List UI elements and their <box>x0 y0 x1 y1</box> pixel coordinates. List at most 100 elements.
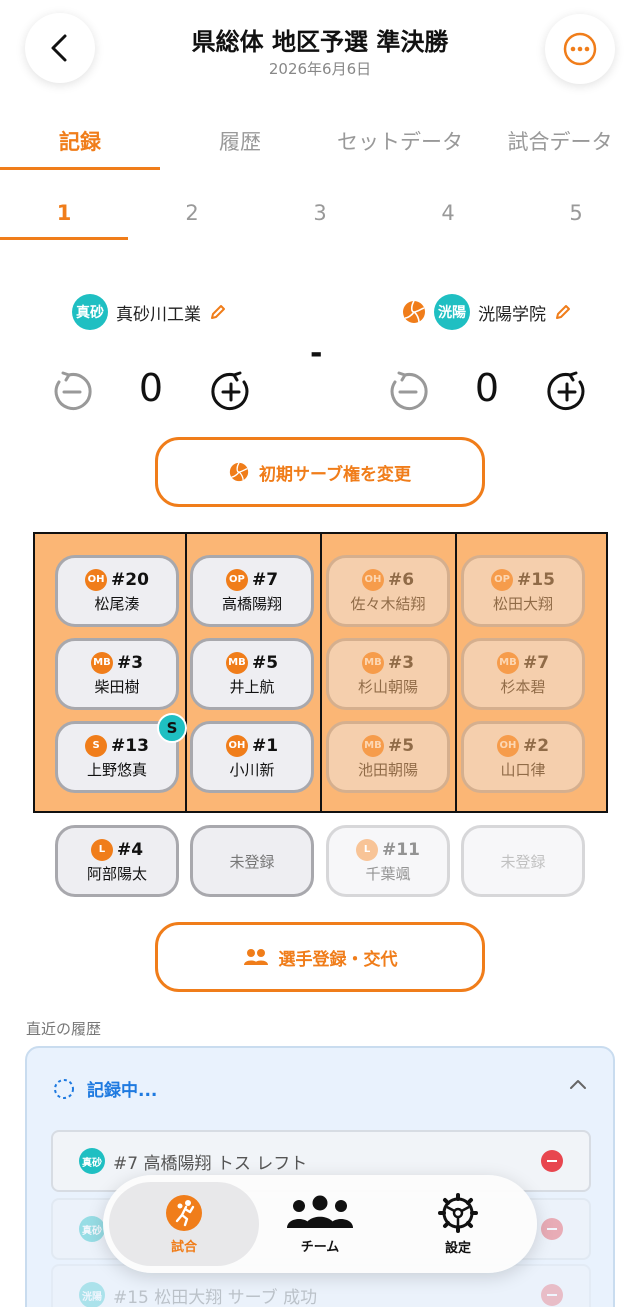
volleyball-icon <box>403 300 425 323</box>
home-team-badge: 真砂 <box>72 294 108 330</box>
libero-slot-empty[interactable]: 未登録 <box>461 825 585 897</box>
home-team: 真砂 真砂川工業 <box>72 294 227 330</box>
position-badge: S <box>85 734 108 757</box>
set-tab-5[interactable]: 5 <box>512 190 640 240</box>
court-net <box>320 534 322 811</box>
position-badge: L <box>90 838 113 861</box>
bottom-nav: 試合 チーム 設定 <box>103 1175 537 1273</box>
set-tab-2[interactable]: 2 <box>128 190 256 240</box>
match-date: 2026年6月6日 <box>268 60 372 78</box>
player-name: 千葉颯 <box>365 864 411 883</box>
player-card[interactable]: OP #7 高橋陽翔 <box>190 555 314 627</box>
home-team-name: 真砂川工業 <box>116 304 201 325</box>
player-number: #13 <box>111 735 149 756</box>
player-card[interactable]: MB #3 柴田樹 <box>55 638 179 710</box>
position-badge: OP <box>225 568 248 591</box>
libero-card[interactable]: L #11 千葉颯 <box>326 825 450 897</box>
player-number: #15 <box>517 569 555 590</box>
player-card[interactable]: OH #1 小川新 <box>190 721 314 793</box>
player-card[interactable]: MB #5 池田朝陽 <box>326 721 450 793</box>
player-card[interactable]: MB #3 杉山朝陽 <box>326 638 450 710</box>
position-badge: MB <box>90 651 113 674</box>
player-name: 小川新 <box>229 760 275 779</box>
player-number: #1 <box>251 735 279 756</box>
player-number: #3 <box>116 652 144 673</box>
history-section-label: 直近の履歴 <box>26 1020 102 1038</box>
home-score: 0 <box>138 366 164 410</box>
libero-card[interactable]: L #4 阿部陽太 <box>55 825 179 897</box>
gear-icon <box>438 1192 478 1233</box>
player-number: #11 <box>382 839 420 860</box>
player-card[interactable]: OH #2 山口律 <box>461 721 585 793</box>
away-team-badge: 洸陽 <box>434 294 470 330</box>
away-team-name: 洸陽学院 <box>478 304 546 325</box>
more-button[interactable] <box>545 14 615 84</box>
away-team: 洸陽 洸陽学院 <box>402 294 572 330</box>
position-badge: MB <box>225 651 248 674</box>
more-options-icon <box>563 32 597 66</box>
player-card[interactable]: MB #7 杉本碧 <box>461 638 585 710</box>
player-name: 山口律 <box>500 760 546 779</box>
edit-pencil-icon[interactable] <box>209 303 227 321</box>
player-number: #3 <box>387 652 415 673</box>
register-substitute-button[interactable]: 選手登録・交代 <box>155 922 485 992</box>
unregistered-label: 未登録 <box>500 852 546 871</box>
set-tab-1[interactable]: 1 <box>0 190 128 240</box>
player-card[interactable]: MB #5 井上航 <box>190 638 314 710</box>
away-score: 0 <box>474 366 500 410</box>
nav-label-team: チーム <box>300 1239 340 1255</box>
recording-status: 記録中... <box>53 1076 157 1101</box>
team-badge: 真砂 <box>79 1216 105 1242</box>
nav-item-settings[interactable]: 設定 <box>403 1175 513 1273</box>
history-text: #7 高橋陽翔 トス レフト <box>113 1153 308 1174</box>
chevron-up-icon[interactable] <box>569 1078 587 1090</box>
position-badge: OP <box>491 568 514 591</box>
remove-icon[interactable] <box>541 1284 563 1306</box>
unregistered-label: 未登録 <box>229 852 275 871</box>
player-number: #5 <box>251 652 279 673</box>
team-badge: 洸陽 <box>79 1282 105 1307</box>
player-name: 池田朝陽 <box>357 760 418 779</box>
edit-pencil-icon[interactable] <box>554 303 572 321</box>
undo-minus-icon[interactable] <box>51 370 93 412</box>
undo-minus-icon[interactable] <box>387 370 429 412</box>
player-card[interactable]: OP #15 松田大翔 <box>461 555 585 627</box>
nav-item-team[interactable]: チーム <box>263 1175 377 1273</box>
nav-label-match: 試合 <box>170 1239 197 1255</box>
player-name: 高橋陽翔 <box>221 594 282 613</box>
court-line <box>455 534 457 811</box>
player-name: 井上航 <box>229 677 275 696</box>
set-tabs: 1 2 3 4 5 <box>0 190 640 242</box>
player-card[interactable]: OH #20 松尾湊 <box>55 555 179 627</box>
register-substitute-label: 選手登録・交代 <box>278 949 398 970</box>
remove-icon[interactable] <box>541 1150 563 1172</box>
tab-match-data[interactable]: 試合データ <box>480 120 640 170</box>
nav-item-match[interactable]: 試合 <box>109 1175 259 1273</box>
remove-icon[interactable] <box>541 1218 563 1240</box>
player-number: #7 <box>522 652 550 673</box>
page-title: 県総体 地区予選 準決勝 <box>191 28 449 56</box>
setter-marker: S <box>157 713 187 743</box>
player-name: 阿部陽太 <box>86 864 147 883</box>
history-text: #15 松田大翔 サーブ 成功 <box>113 1287 318 1307</box>
add-point-icon[interactable] <box>210 370 252 412</box>
change-serve-button[interactable]: 初期サーブ権を変更 <box>155 437 485 507</box>
set-tab-4[interactable]: 4 <box>384 190 512 240</box>
player-number: #4 <box>116 839 144 860</box>
tab-record[interactable]: 記録 <box>0 120 160 170</box>
nav-label-settings: 設定 <box>444 1240 471 1256</box>
loading-icon <box>54 1078 74 1099</box>
set-tab-3[interactable]: 3 <box>256 190 384 240</box>
court-line <box>185 534 187 811</box>
tab-set-data[interactable]: セットデータ <box>320 120 480 170</box>
tab-history[interactable]: 履歴 <box>160 120 320 170</box>
libero-slot-empty[interactable]: 未登録 <box>190 825 314 897</box>
position-badge: OH <box>225 734 248 757</box>
position-badge: L <box>356 838 379 861</box>
player-name: 杉山朝陽 <box>357 677 418 696</box>
recording-label: 記録中... <box>87 1081 158 1101</box>
add-point-icon[interactable] <box>546 370 588 412</box>
player-card[interactable]: OH #6 佐々木結翔 <box>326 555 450 627</box>
position-badge: OH <box>85 568 108 591</box>
team-badge: 真砂 <box>79 1148 105 1174</box>
